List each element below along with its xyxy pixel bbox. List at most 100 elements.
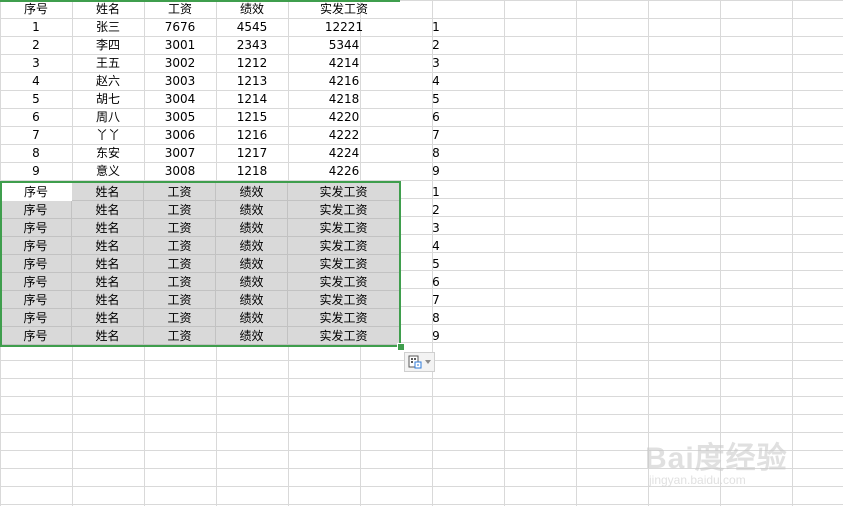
cell-salary[interactable]: 工资 <box>144 273 216 291</box>
cell-salary[interactable]: 3003 <box>144 72 216 90</box>
cell-helper-number[interactable]: 2 <box>400 36 472 54</box>
cell-index[interactable]: 2 <box>0 36 72 54</box>
fill-handle[interactable] <box>397 343 405 351</box>
cell-index[interactable]: 序号 <box>0 327 72 345</box>
cell-performance[interactable]: 绩效 <box>216 273 288 291</box>
cell-helper-number[interactable]: 6 <box>400 273 472 291</box>
cell-name[interactable]: 东安 <box>72 144 144 162</box>
cell-helper-number[interactable]: 2 <box>400 201 472 219</box>
cell-net-salary[interactable]: 5344 <box>288 36 400 54</box>
cell-performance[interactable]: 绩效 <box>216 237 288 255</box>
cell-index[interactable]: 1 <box>0 18 72 36</box>
cell-helper-number[interactable]: 6 <box>400 108 472 126</box>
cell-name[interactable]: 姓名 <box>72 291 144 309</box>
cell-net-salary[interactable]: 4218 <box>288 90 400 108</box>
cell-index[interactable]: 7 <box>0 126 72 144</box>
cell-name[interactable]: 胡七 <box>72 90 144 108</box>
cell-helper-number[interactable]: 3 <box>400 219 472 237</box>
header-cell-name[interactable]: 姓名 <box>72 0 144 18</box>
cell-index[interactable]: 9 <box>0 162 72 180</box>
cell-salary[interactable]: 工资 <box>144 201 216 219</box>
header-cell-index[interactable]: 序号 <box>0 0 72 18</box>
cell-index[interactable]: 6 <box>0 108 72 126</box>
cell-name[interactable]: 姓名 <box>72 201 144 219</box>
cell-index[interactable]: 序号 <box>0 309 72 327</box>
cell-salary[interactable]: 工资 <box>144 291 216 309</box>
cell-salary[interactable]: 工资 <box>144 237 216 255</box>
active-cell[interactable]: 序号 <box>0 183 72 201</box>
cell-index[interactable]: 序号 <box>0 201 72 219</box>
header-cell-performance[interactable]: 绩效 <box>216 0 288 18</box>
cell-name[interactable]: 李四 <box>72 36 144 54</box>
cell-helper-number[interactable]: 7 <box>400 126 472 144</box>
cell-net-salary[interactable]: 12221 <box>288 18 400 36</box>
cell-performance[interactable]: 1213 <box>216 72 288 90</box>
cell-helper-number[interactable]: 3 <box>400 54 472 72</box>
cell-name[interactable]: 王五 <box>72 54 144 72</box>
cell-name[interactable]: 姓名 <box>72 255 144 273</box>
cell-net-salary[interactable]: 4226 <box>288 162 400 180</box>
cell-salary[interactable]: 3006 <box>144 126 216 144</box>
cell-performance[interactable]: 1216 <box>216 126 288 144</box>
cell-salary[interactable]: 3004 <box>144 90 216 108</box>
cell-net-salary[interactable]: 4220 <box>288 108 400 126</box>
cell-net-salary[interactable]: 4214 <box>288 54 400 72</box>
cell-net-salary[interactable]: 实发工资 <box>288 201 400 219</box>
cell-salary[interactable]: 3008 <box>144 162 216 180</box>
cell-performance[interactable]: 绩效 <box>216 255 288 273</box>
cell-net-salary[interactable]: 实发工资 <box>288 327 400 345</box>
cell-performance[interactable]: 1215 <box>216 108 288 126</box>
cell-name[interactable]: 丫丫 <box>72 126 144 144</box>
cell-performance[interactable]: 1217 <box>216 144 288 162</box>
cell-salary[interactable]: 3005 <box>144 108 216 126</box>
cell-index[interactable]: 序号 <box>0 219 72 237</box>
cell-helper-number[interactable]: 9 <box>400 162 472 180</box>
cell-helper-number[interactable]: 8 <box>400 309 472 327</box>
cell-name[interactable]: 意义 <box>72 162 144 180</box>
cell-salary[interactable]: 3002 <box>144 54 216 72</box>
cell-index[interactable]: 3 <box>0 54 72 72</box>
cell-net-salary[interactable]: 实发工资 <box>288 219 400 237</box>
cell-salary[interactable]: 工资 <box>144 309 216 327</box>
cell-salary[interactable]: 3001 <box>144 36 216 54</box>
cell-salary[interactable]: 工资 <box>144 219 216 237</box>
cell-performance[interactable]: 绩效 <box>216 327 288 345</box>
cell-name[interactable]: 姓名 <box>72 183 144 201</box>
cell-name[interactable]: 赵六 <box>72 72 144 90</box>
cell-salary[interactable]: 7676 <box>144 18 216 36</box>
cell-name[interactable]: 姓名 <box>72 237 144 255</box>
cell-helper-number[interactable]: 8 <box>400 144 472 162</box>
cell-performance[interactable]: 1218 <box>216 162 288 180</box>
cell-performance[interactable]: 绩效 <box>216 183 288 201</box>
cell-helper-number[interactable]: 9 <box>400 327 472 345</box>
cell-net-salary[interactable]: 实发工资 <box>288 255 400 273</box>
cell-salary[interactable]: 工资 <box>144 255 216 273</box>
cell-net-salary[interactable]: 4222 <box>288 126 400 144</box>
cell-performance[interactable]: 绩效 <box>216 309 288 327</box>
cell-net-salary[interactable]: 实发工资 <box>288 273 400 291</box>
cell-net-salary[interactable]: 4216 <box>288 72 400 90</box>
cell-helper-number[interactable]: 1 <box>400 18 472 36</box>
cell-helper-number[interactable]: 5 <box>400 255 472 273</box>
cell-net-salary[interactable]: 4224 <box>288 144 400 162</box>
cell-name[interactable]: 姓名 <box>72 309 144 327</box>
cell-performance[interactable]: 1214 <box>216 90 288 108</box>
cell-index[interactable]: 序号 <box>0 237 72 255</box>
header-cell-net-salary[interactable]: 实发工资 <box>288 0 400 18</box>
cell-performance[interactable]: 绩效 <box>216 201 288 219</box>
cell-helper-number[interactable]: 1 <box>400 183 472 201</box>
cell-name[interactable]: 姓名 <box>72 327 144 345</box>
cell-name[interactable]: 张三 <box>72 18 144 36</box>
cell-index[interactable]: 序号 <box>0 273 72 291</box>
cell-salary[interactable]: 3007 <box>144 144 216 162</box>
cell-helper-number[interactable]: 5 <box>400 90 472 108</box>
cell-index[interactable]: 4 <box>0 72 72 90</box>
cell-net-salary[interactable]: 实发工资 <box>288 183 400 201</box>
cell-performance[interactable]: 绩效 <box>216 219 288 237</box>
cell-salary[interactable]: 工资 <box>144 183 216 201</box>
cell-salary[interactable]: 工资 <box>144 327 216 345</box>
paste-options-button[interactable] <box>404 352 435 372</box>
spreadsheet-grid[interactable]: 序号 姓名 工资 绩效 实发工资 1 张三 7676 4545 12221 1 … <box>0 0 843 506</box>
header-cell-salary[interactable]: 工资 <box>144 0 216 18</box>
cell-performance[interactable]: 绩效 <box>216 291 288 309</box>
